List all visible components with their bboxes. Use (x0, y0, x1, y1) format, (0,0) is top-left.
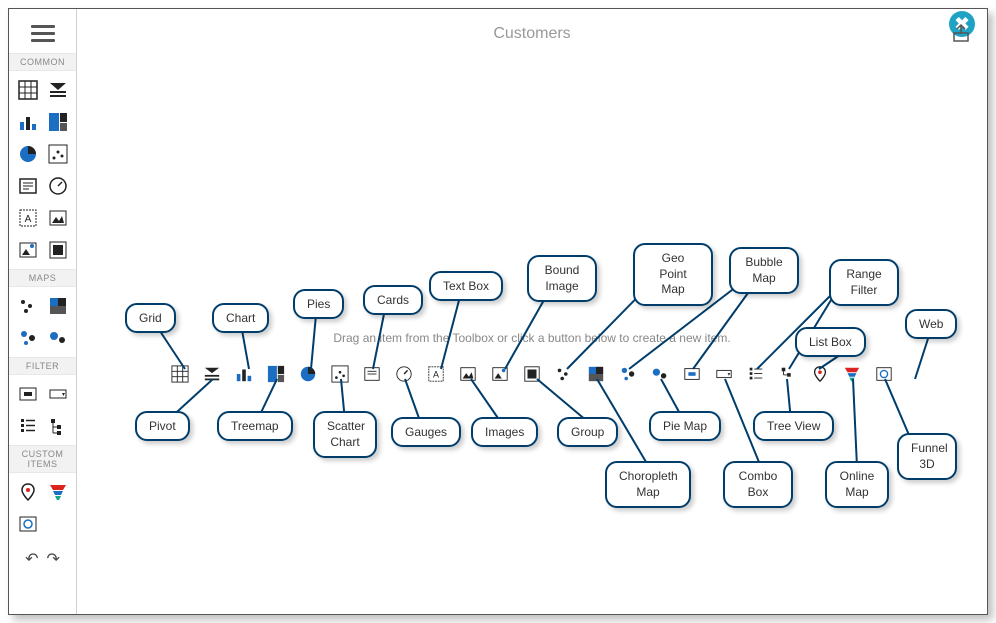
sidebar-geopoint-icon[interactable] (15, 293, 41, 319)
strip-images-icon[interactable] (459, 365, 477, 383)
callout-images: Images (471, 417, 538, 447)
sidebar-section-filter: FILTER (9, 357, 76, 375)
export-button[interactable] (951, 23, 971, 43)
sidebar-group-icon[interactable] (45, 237, 71, 263)
callout-scatter: ScatterChart (313, 411, 377, 458)
sidebar-web-icon[interactable] (15, 511, 41, 537)
sidebar-section-common: COMMON (9, 53, 76, 71)
strip-geopoint-icon[interactable] (555, 365, 573, 383)
callout-gauges: Gauges (391, 417, 461, 447)
strip-treemap-icon[interactable] (267, 365, 285, 383)
toolbox-strip: A (77, 365, 987, 383)
svg-text:A: A (25, 214, 32, 225)
sidebar-grid-icon[interactable] (15, 77, 41, 103)
page-title: Customers (493, 25, 570, 43)
strip-funnel-icon[interactable] (843, 365, 861, 383)
callout-textbox: Text Box (429, 271, 503, 301)
strip-grid-icon[interactable] (171, 365, 189, 383)
menu-button[interactable] (31, 25, 55, 43)
callout-combobox: ComboBox (723, 461, 793, 508)
strip-listbox-icon[interactable] (747, 365, 765, 383)
sidebar-combobox-icon[interactable] (45, 381, 71, 407)
sidebar-choropleth-icon[interactable] (45, 293, 71, 319)
strip-boundimage-icon[interactable] (491, 365, 509, 383)
sidebar-section-custom: CUSTOM ITEMS (9, 445, 76, 473)
redo-button[interactable]: ↷ (47, 549, 60, 569)
undo-button[interactable]: ↶ (25, 549, 38, 569)
svg-text:A: A (433, 370, 439, 380)
strip-piemap-icon[interactable] (619, 365, 637, 383)
callout-treemap: Treemap (217, 411, 293, 441)
dashboard-canvas[interactable]: Drag an item from the Toolbox or click a… (77, 59, 987, 614)
callout-listbox: List Box (795, 327, 866, 357)
strip-choropleth-icon[interactable] (587, 365, 605, 383)
callout-web: Web (905, 309, 957, 339)
strip-cards-icon[interactable] (363, 365, 381, 383)
sidebar-treemap-icon[interactable] (45, 109, 71, 135)
callout-funnel: Funnel3D (897, 433, 957, 480)
strip-scatter-icon[interactable] (331, 365, 349, 383)
callout-pivot: Pivot (135, 411, 190, 441)
strip-gauges-icon[interactable] (395, 365, 413, 383)
callout-cards: Cards (363, 285, 423, 315)
strip-pies-icon[interactable] (299, 365, 317, 383)
strip-bubblemap-icon[interactable] (651, 365, 669, 383)
sidebar-treeview-icon[interactable] (45, 413, 71, 439)
callout-bubble: BubbleMap (729, 247, 799, 294)
sidebar-listbox-icon[interactable] (15, 413, 41, 439)
sidebar-range-icon[interactable] (15, 381, 41, 407)
strip-group-icon[interactable] (523, 365, 541, 383)
strip-pivot-icon[interactable] (203, 365, 221, 383)
callout-range: RangeFilter (829, 259, 899, 306)
sidebar-textbox-icon[interactable]: A (15, 205, 41, 231)
strip-treeview-icon[interactable] (779, 365, 797, 383)
callout-geopoint: Geo PointMap (633, 243, 713, 306)
main-area: Customers Drag an item from the Toolbox … (77, 9, 987, 614)
sidebar-image-icon[interactable] (45, 205, 71, 231)
callout-pies: Pies (293, 289, 344, 319)
sidebar-boundimage-icon[interactable] (15, 237, 41, 263)
sidebar-chart-icon[interactable] (15, 109, 41, 135)
sidebar-piemap-icon[interactable] (15, 325, 41, 351)
callout-treeview: Tree View (753, 411, 834, 441)
callout-chart: Chart (212, 303, 269, 333)
strip-web-icon[interactable] (875, 365, 893, 383)
header: Customers (77, 9, 987, 59)
callout-onlinemap: OnlineMap (825, 461, 889, 508)
sidebar-gauge-icon[interactable] (45, 173, 71, 199)
sidebar-bubblemap-icon[interactable] (45, 325, 71, 351)
callout-choropleth: ChoroplethMap (605, 461, 691, 508)
sidebar-cards-icon[interactable] (15, 173, 41, 199)
sidebar-onlinemap-icon[interactable] (15, 479, 41, 505)
sidebar-section-maps: MAPS (9, 269, 76, 287)
strip-onlinemap-icon[interactable] (811, 365, 829, 383)
strip-rangefilter-icon[interactable] (683, 365, 701, 383)
sidebar-pie-icon[interactable] (15, 141, 41, 167)
strip-combobox-icon[interactable] (715, 365, 733, 383)
sidebar-funnel-icon[interactable] (45, 479, 71, 505)
sidebar-scatter-icon[interactable] (45, 141, 71, 167)
app-frame: ✖ COMMON A MAPS FILTER (8, 8, 988, 615)
callout-piemap: Pie Map (649, 411, 721, 441)
callout-grid: Grid (125, 303, 176, 333)
callout-group: Group (557, 417, 618, 447)
callout-bound: BoundImage (527, 255, 597, 302)
strip-chart-icon[interactable] (235, 365, 253, 383)
sidebar: COMMON A MAPS FILTER (9, 9, 77, 614)
sidebar-pivot-icon[interactable] (45, 77, 71, 103)
strip-textbox-icon[interactable]: A (427, 365, 445, 383)
